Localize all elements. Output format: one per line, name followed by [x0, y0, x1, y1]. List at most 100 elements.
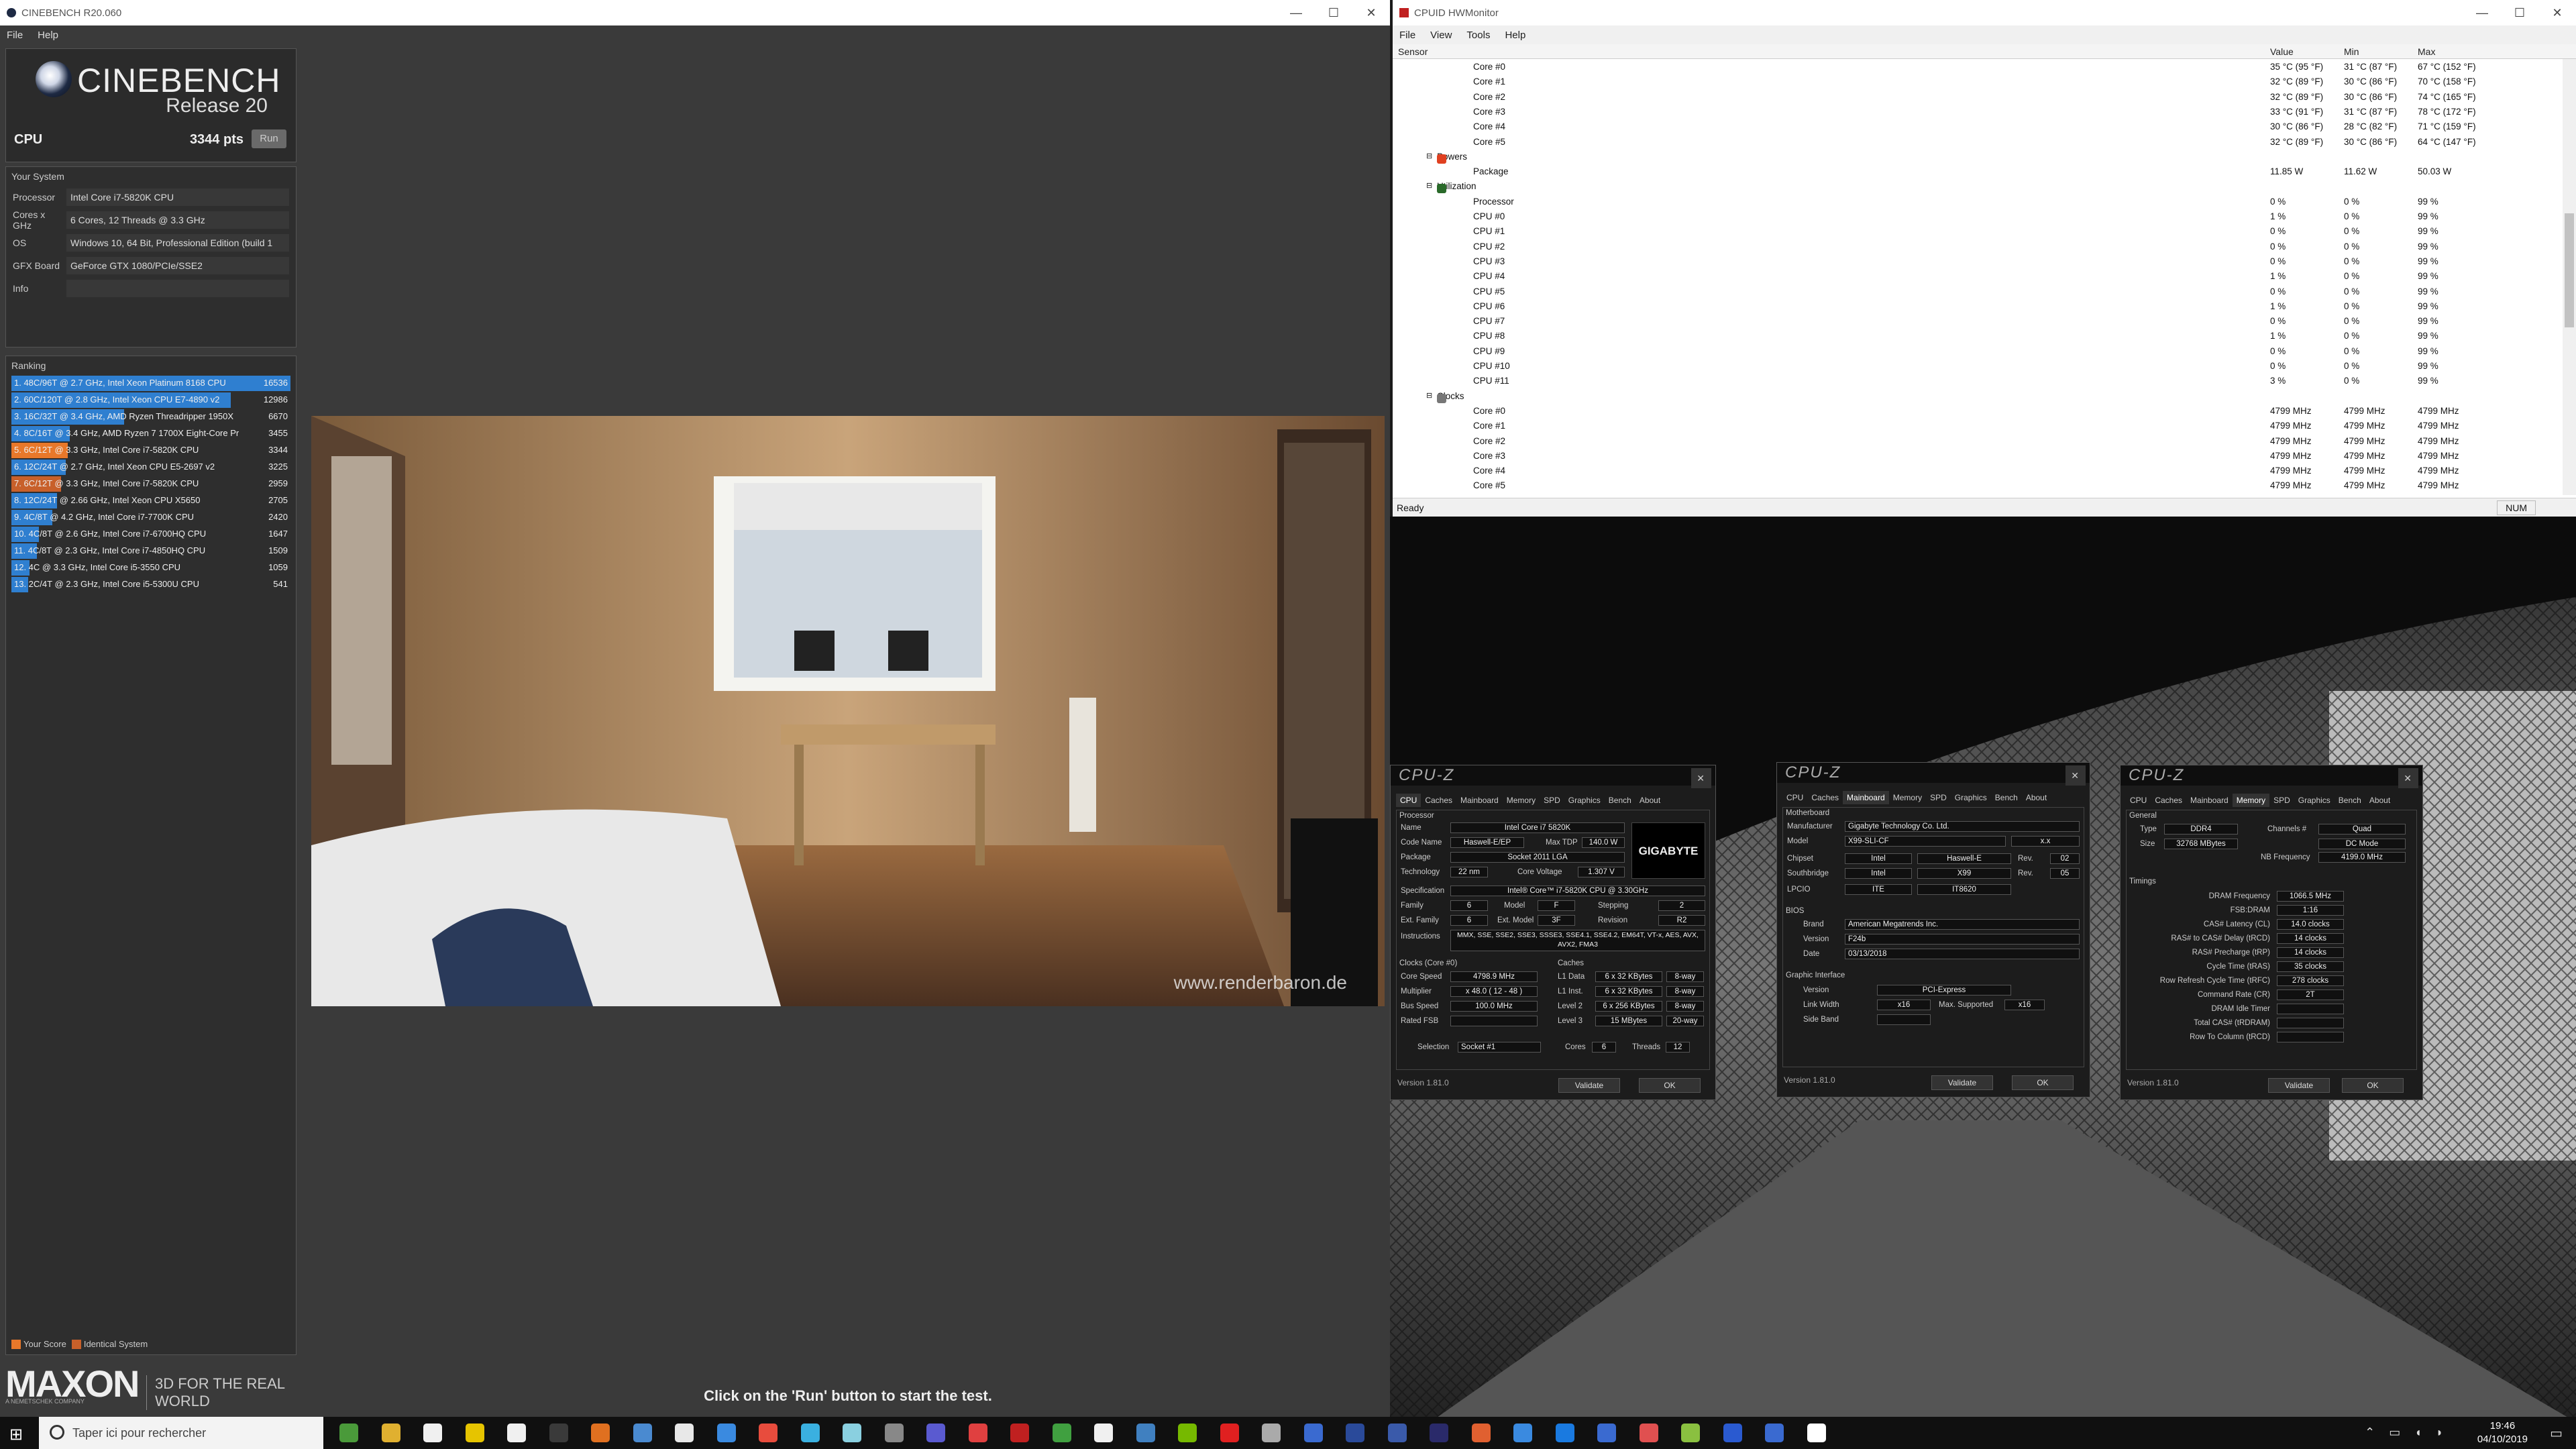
- taskbar-app-icon[interactable]: [339, 1424, 358, 1442]
- sensor-row[interactable]: CPU #2 0 % 0 % 99 %: [1393, 239, 2563, 254]
- sensor-row[interactable]: CPU #7 0 % 0 % 99 %: [1393, 313, 2563, 328]
- taskbar-app-icon[interactable]: [633, 1424, 652, 1442]
- sensor-row[interactable]: Core #2 4799 MHz 4799 MHz 4799 MHz: [1393, 433, 2563, 448]
- sensor-row[interactable]: CPU #3 0 % 0 % 99 %: [1393, 254, 2563, 268]
- sensor-row[interactable]: CPU #5 0 % 0 % 99 %: [1393, 284, 2563, 299]
- menu-file[interactable]: File: [1399, 30, 1415, 41]
- cpuz-tab[interactable]: Mainboard: [2186, 794, 2233, 807]
- menu-file[interactable]: File: [7, 30, 23, 41]
- taskbar-app-icon[interactable]: [381, 1424, 400, 1442]
- taskbar-app-icon[interactable]: [884, 1424, 904, 1442]
- sensor-row[interactable]: CPU #11 3 % 0 % 99 %: [1393, 373, 2563, 388]
- ranking-row[interactable]: 3. 16C/32T @ 3.4 GHz, AMD Ryzen Threadri…: [11, 409, 290, 425]
- sensor-row[interactable]: Core #4 4799 MHz 4799 MHz 4799 MHz: [1393, 463, 2563, 478]
- taskbar-app-icon[interactable]: [507, 1424, 526, 1442]
- sensor-row[interactable]: Core #0 35 °C (95 °F) 31 °C (87 °F) 67 °C (…: [1393, 59, 2563, 74]
- column-min[interactable]: Min: [2344, 46, 2359, 57]
- sensor-row[interactable]: Core #0 4799 MHz 4799 MHz 4799 MHz: [1393, 403, 2563, 418]
- sensor-row[interactable]: CPU #4 1 % 0 % 99 %: [1393, 268, 2563, 283]
- cpuz-tab[interactable]: CPU: [1782, 791, 1807, 804]
- cpuz-tab[interactable]: SPD: [2269, 794, 2294, 807]
- taskbar-app-icon[interactable]: [1471, 1424, 1491, 1442]
- ok-button[interactable]: OK: [2012, 1075, 2074, 1090]
- close-icon[interactable]: ✕: [1352, 6, 1390, 20]
- ok-button[interactable]: OK: [1639, 1078, 1701, 1093]
- cpuz-tab[interactable]: Bench: [2334, 794, 2365, 807]
- cpuz-tab[interactable]: Caches: [2151, 794, 2186, 807]
- sensor-row[interactable]: Core #3 4799 MHz 4799 MHz 4799 MHz: [1393, 448, 2563, 463]
- ranking-row[interactable]: 12. 4C @ 3.3 GHz, Intel Core i5-3550 CPU…: [11, 559, 290, 576]
- close-icon[interactable]: ✕: [2398, 768, 2418, 788]
- validate-button[interactable]: Validate: [1558, 1078, 1620, 1093]
- taskbar-app-icon[interactable]: [1765, 1424, 1784, 1442]
- cpuz-titlebar[interactable]: CPU-Z ✕: [1777, 763, 2090, 786]
- cpuz-tab[interactable]: Mainboard: [1843, 791, 1889, 804]
- validate-button[interactable]: Validate: [2268, 1078, 2330, 1093]
- system-tray-icons[interactable]: ⌃ ▭ ◖ ◗: [2365, 1426, 2449, 1440]
- ranking-row[interactable]: 10. 4C/8T @ 2.6 GHz, Intel Core i7-6700H…: [11, 526, 290, 543]
- run-button[interactable]: Run: [252, 129, 286, 148]
- ranking-row[interactable]: 11. 4C/8T @ 2.3 GHz, Intel Core i7-4850H…: [11, 543, 290, 559]
- taskbar-app-icon[interactable]: [1262, 1424, 1281, 1442]
- taskbar-search-box[interactable]: Taper ici pour rechercher: [39, 1417, 323, 1449]
- menu-tools[interactable]: Tools: [1466, 30, 1490, 41]
- cpuz-tab[interactable]: About: [1635, 794, 1664, 807]
- sensor-row[interactable]: Core #1 4799 MHz 4799 MHz 4799 MHz: [1393, 418, 2563, 433]
- sensor-row[interactable]: Core #4 30 °C (86 °F) 28 °C (82 °F) 71 °C (…: [1393, 119, 2563, 133]
- column-value[interactable]: Value: [2270, 46, 2294, 57]
- taskbar-app-icon[interactable]: [800, 1424, 820, 1442]
- cpuz-tab[interactable]: Graphics: [1951, 791, 1991, 804]
- ranking-row[interactable]: 2. 60C/120T @ 2.8 GHz, Intel Xeon CPU E7…: [11, 392, 290, 409]
- cpuz-tab[interactable]: Bench: [1605, 794, 1635, 807]
- taskbar-app-icon[interactable]: [423, 1424, 442, 1442]
- sensor-row[interactable]: CPU #0 1 % 0 % 99 %: [1393, 209, 2563, 223]
- taskbar-app-icon[interactable]: [968, 1424, 987, 1442]
- minimize-icon[interactable]: —: [1277, 6, 1315, 20]
- cpuz-tab[interactable]: CPU: [1396, 794, 1421, 807]
- taskbar-app-icon[interactable]: [1178, 1424, 1197, 1442]
- taskbar-app-icon[interactable]: [1094, 1424, 1113, 1442]
- ranking-row[interactable]: 8. 12C/24T @ 2.66 GHz, Intel Xeon CPU X5…: [11, 492, 290, 509]
- sensor-row[interactable]: CPU #9 0 % 0 % 99 %: [1393, 343, 2563, 358]
- validate-button[interactable]: Validate: [1931, 1075, 1993, 1090]
- cpuz-tab[interactable]: Memory: [1503, 794, 1540, 807]
- taskbar-app-icon[interactable]: [549, 1424, 568, 1442]
- taskbar-app-icon[interactable]: [1052, 1424, 1071, 1442]
- taskbar-app-icon[interactable]: [591, 1424, 610, 1442]
- menu-help[interactable]: Help: [38, 30, 58, 41]
- cpuz-tab[interactable]: Graphics: [1564, 794, 1605, 807]
- column-sensor[interactable]: Sensor: [1398, 46, 1428, 57]
- taskbar-app-icon[interactable]: [1807, 1424, 1826, 1442]
- taskbar-app-icon[interactable]: [675, 1424, 694, 1442]
- ranking-row[interactable]: 1. 48C/96T @ 2.7 GHz, Intel Xeon Platinu…: [11, 375, 290, 392]
- cpuz-tab[interactable]: Caches: [1807, 791, 1843, 804]
- sensor-row[interactable]: CPU #1 0 % 0 % 99 %: [1393, 223, 2563, 238]
- sensor-group-row[interactable]: ⊟ Utilization: [1393, 178, 2563, 194]
- taskbar-app-icon[interactable]: [1639, 1424, 1658, 1442]
- column-max[interactable]: Max: [2418, 46, 2435, 57]
- cpuz-tab[interactable]: Bench: [1991, 791, 2022, 804]
- maximize-icon[interactable]: ☐: [1315, 6, 1352, 20]
- collapse-toggle-icon[interactable]: ⊟: [1426, 391, 1432, 400]
- close-icon[interactable]: ✕: [2065, 765, 2086, 786]
- taskbar-app-icon[interactable]: [1303, 1424, 1323, 1442]
- taskbar-app-icon[interactable]: [1220, 1424, 1239, 1442]
- taskbar-app-icon[interactable]: [1430, 1424, 1448, 1442]
- sensor-row[interactable]: Core #5 32 °C (89 °F) 30 °C (86 °F) 64 °C (…: [1393, 134, 2563, 149]
- taskbar-app-icon[interactable]: [1681, 1424, 1700, 1442]
- taskbar-app-icon[interactable]: [1136, 1424, 1155, 1442]
- sensor-row[interactable]: CPU #10 0 % 0 % 99 %: [1393, 358, 2563, 373]
- cpuz-tab[interactable]: SPD: [1540, 794, 1564, 807]
- cpuz-tab[interactable]: Memory: [1889, 791, 1926, 804]
- taskbar-app-icon[interactable]: [1555, 1424, 1574, 1442]
- cinebench-titlebar[interactable]: CINEBENCH R20.060 — ☐ ✕: [0, 0, 1390, 25]
- sensor-group-row[interactable]: ⊟ Powers: [1393, 149, 2563, 164]
- windows-start-icon[interactable]: ⊞: [9, 1425, 23, 1444]
- sensor-row[interactable]: Processor 0 % 0 % 99 %: [1393, 194, 2563, 209]
- sensor-scrollbar[interactable]: [2563, 59, 2576, 495]
- cpuz-tab[interactable]: About: [2022, 791, 2051, 804]
- cpuz-tab[interactable]: CPU: [2126, 794, 2151, 807]
- notification-icon[interactable]: ▭: [2550, 1425, 2563, 1442]
- collapse-toggle-icon[interactable]: ⊟: [1426, 152, 1432, 160]
- cpuz-tab[interactable]: Memory: [2232, 794, 2270, 807]
